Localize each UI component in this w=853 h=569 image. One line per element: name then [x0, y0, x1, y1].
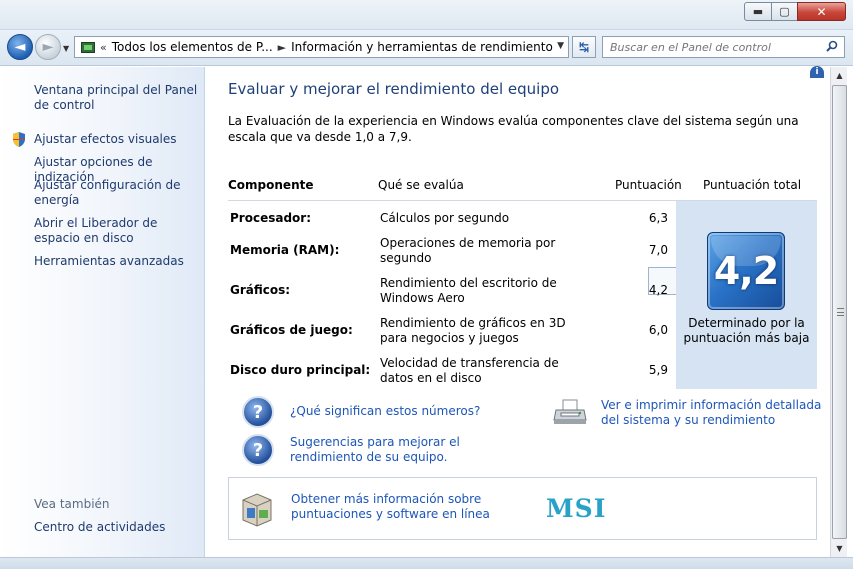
search-box[interactable]	[602, 36, 845, 58]
search-input[interactable]	[610, 40, 820, 54]
header-score: Puntuación	[615, 178, 682, 192]
title-bar-ghost	[60, 0, 250, 4]
breadcrumb-overflow[interactable]: «	[100, 41, 107, 54]
forward-button[interactable]: ►	[35, 34, 61, 60]
main-content: Evaluar y mejorar el rendimiento del equ…	[206, 67, 830, 557]
sidebar-item-control-panel-home[interactable]: Ventana principal del Panel de control	[34, 83, 199, 113]
refresh-button[interactable]: ↹	[572, 36, 596, 58]
help-icon[interactable]: ?	[242, 396, 274, 428]
base-score-badge: 4,2	[707, 232, 785, 310]
header-measures: Qué se evalúa	[378, 178, 464, 192]
row-memory-score: 7,0	[648, 243, 668, 257]
back-button[interactable]: ◄	[7, 34, 33, 60]
score-table: Componente Qué se evalúa Puntuación Punt…	[228, 171, 817, 389]
help-icon[interactable]: ?	[242, 434, 274, 466]
row-primary-disk-measures: Velocidad de transferencia de datos en e…	[380, 356, 559, 385]
row-memory-label: Memoria (RAM):	[230, 243, 340, 257]
maximize-button[interactable]: ▢	[771, 2, 798, 21]
base-score-panel: 4,2 Determinado por la puntuación más ba…	[676, 201, 817, 389]
close-button[interactable]: ✕	[797, 2, 846, 21]
base-score-caption: Determinado por la puntuación más baja	[683, 316, 810, 345]
row-graphics-score: 4,2	[648, 283, 668, 297]
minimize-button[interactable]: ▬	[744, 2, 772, 21]
row-gaming-graphics-score: 6,0	[648, 323, 668, 337]
row-processor-score: 6,3	[648, 211, 668, 225]
row-processor-label: Procesador:	[230, 211, 311, 225]
row-gaming-graphics-label: Gráficos de juego:	[230, 323, 353, 337]
title-bar: ▬ ▢ ✕	[0, 0, 853, 30]
page-title: Evaluar y mejorar el rendimiento del equ…	[228, 80, 560, 98]
printer-icon[interactable]	[553, 398, 587, 426]
address-dropdown[interactable]: ▼	[557, 41, 564, 51]
performance-tips-link[interactable]: Sugerencias para mejorar el rendimiento …	[290, 435, 515, 465]
recent-pages-dropdown[interactable]: ▼	[63, 44, 69, 53]
row-processor-measures: Cálculos por segundo	[380, 211, 510, 225]
row-primary-disk-label: Disco duro principal:	[230, 363, 371, 377]
sidebar-item-action-center[interactable]: Centro de actividades	[34, 520, 199, 535]
row-primary-disk-score: 5,9	[648, 363, 668, 377]
see-also-heading: Vea también	[34, 497, 110, 511]
header-total-score: Puntuación total	[703, 178, 802, 192]
online-scores-link[interactable]: Obtener más información sobre puntuacion…	[291, 492, 491, 522]
scroll-grip	[837, 308, 844, 316]
row-graphics-label: Gráficos:	[230, 283, 291, 297]
header-component: Componente	[228, 178, 314, 192]
vertical-scrollbar[interactable]: ▲ ▼	[830, 67, 847, 557]
row-memory-measures: Operaciones de memoria por segundo	[380, 236, 556, 265]
what-numbers-mean-link[interactable]: ¿Qué significan estos números?	[290, 404, 480, 419]
sidebar-item-power-settings[interactable]: Ajustar configuración de energía	[34, 178, 199, 208]
info-icon[interactable]: i	[810, 66, 824, 78]
address-bar[interactable]: « Todos los elementos de P... ► Informac…	[74, 36, 569, 58]
sidebar-item-visual-effects[interactable]: Ajustar efectos visuales	[34, 132, 199, 147]
navigation-bar: ◄ ► ▼ « Todos los elementos de P... ► In…	[0, 30, 853, 66]
sidebar-item-disk-cleanup[interactable]: Abrir el Liberador de espacio en disco	[34, 216, 199, 246]
scroll-thumb[interactable]	[832, 85, 847, 539]
base-score-value: 4,2	[713, 249, 779, 293]
breadcrumb-separator[interactable]: ►	[278, 41, 286, 54]
control-panel-icon	[81, 41, 95, 53]
sidebar: Ventana principal del Panel de control A…	[0, 67, 205, 557]
online-info-box: Obtener más información sobre puntuacion…	[228, 477, 817, 540]
shield-icon	[13, 132, 25, 147]
search-icon[interactable]	[826, 40, 838, 52]
msi-logo: MSI	[546, 494, 607, 523]
scroll-up-button[interactable]: ▲	[831, 67, 848, 84]
row-gaming-graphics-measures: Rendimiento de gráficos en 3D para negoc…	[380, 316, 566, 345]
print-details-link[interactable]: Ver e imprimir información detallada del…	[601, 398, 826, 428]
breadcrumb-performance[interactable]: Información y herramientas de rendimient…	[291, 40, 553, 54]
breadcrumb-all-items[interactable]: Todos los elementos de P...	[112, 40, 273, 54]
window-bottom-border	[0, 557, 853, 569]
intro-text: La Evaluación de la experiencia en Windo…	[228, 114, 799, 144]
scroll-down-button[interactable]: ▼	[831, 540, 848, 557]
row-graphics-measures: Rendimiento del escritorio de Windows Ae…	[380, 276, 557, 305]
sidebar-item-advanced-tools[interactable]: Herramientas avanzadas	[34, 254, 199, 269]
software-box-icon	[242, 493, 272, 527]
